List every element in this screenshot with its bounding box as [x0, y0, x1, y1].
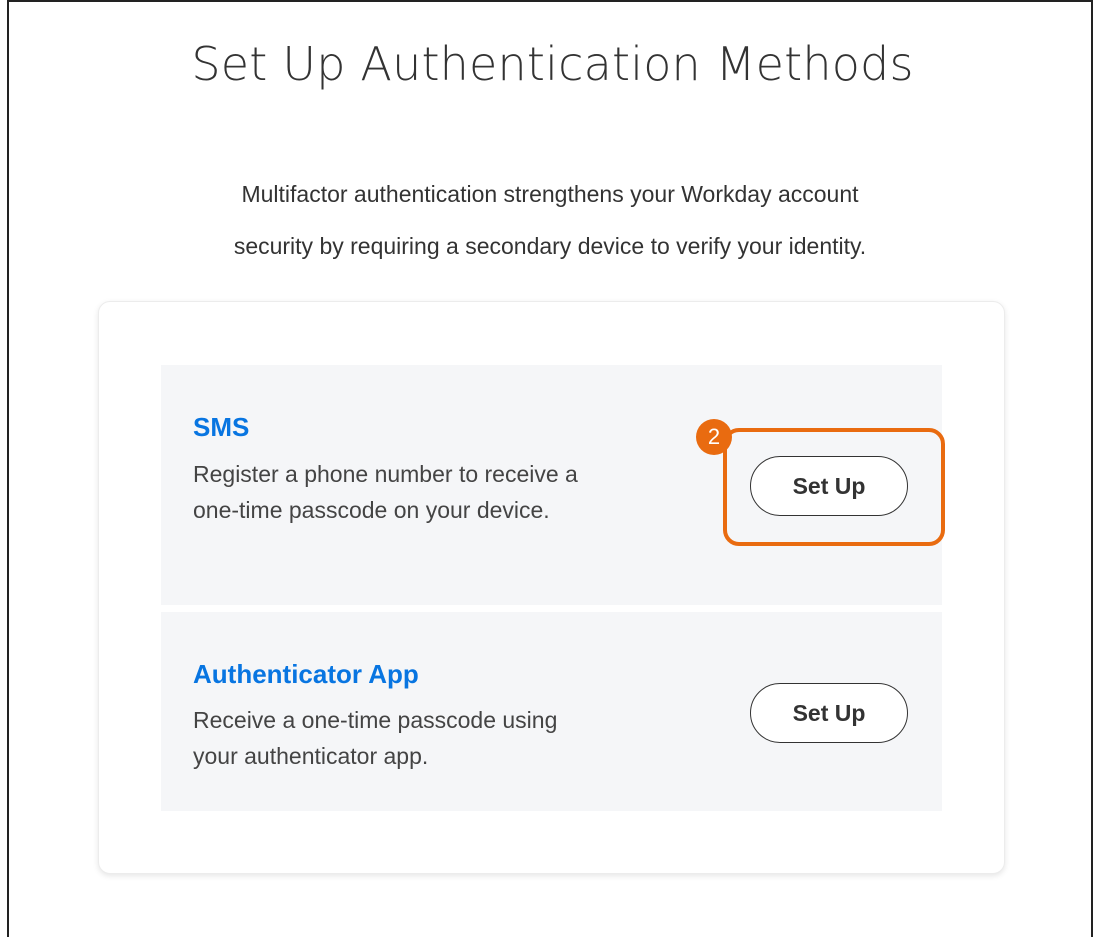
method-app-title: Authenticator App	[193, 659, 419, 689]
step-highlight-box	[723, 428, 945, 546]
intro-text: Multifactor authentication strengthens y…	[150, 168, 950, 272]
page-title: Set Up Authentication Methods	[191, 37, 914, 91]
authenticator-app-setup-button[interactable]: Set Up	[750, 683, 908, 743]
step-number-badge: 2	[696, 419, 732, 455]
method-sms-title: SMS	[193, 412, 250, 442]
method-app-description: Receive a one-time passcode using your a…	[193, 707, 558, 769]
intro-line-1: Multifactor authentication strengthens y…	[241, 181, 859, 207]
method-sms-description: Register a phone number to receive a one…	[193, 461, 578, 523]
intro-line-2: security by requiring a secondary device…	[233, 233, 867, 259]
